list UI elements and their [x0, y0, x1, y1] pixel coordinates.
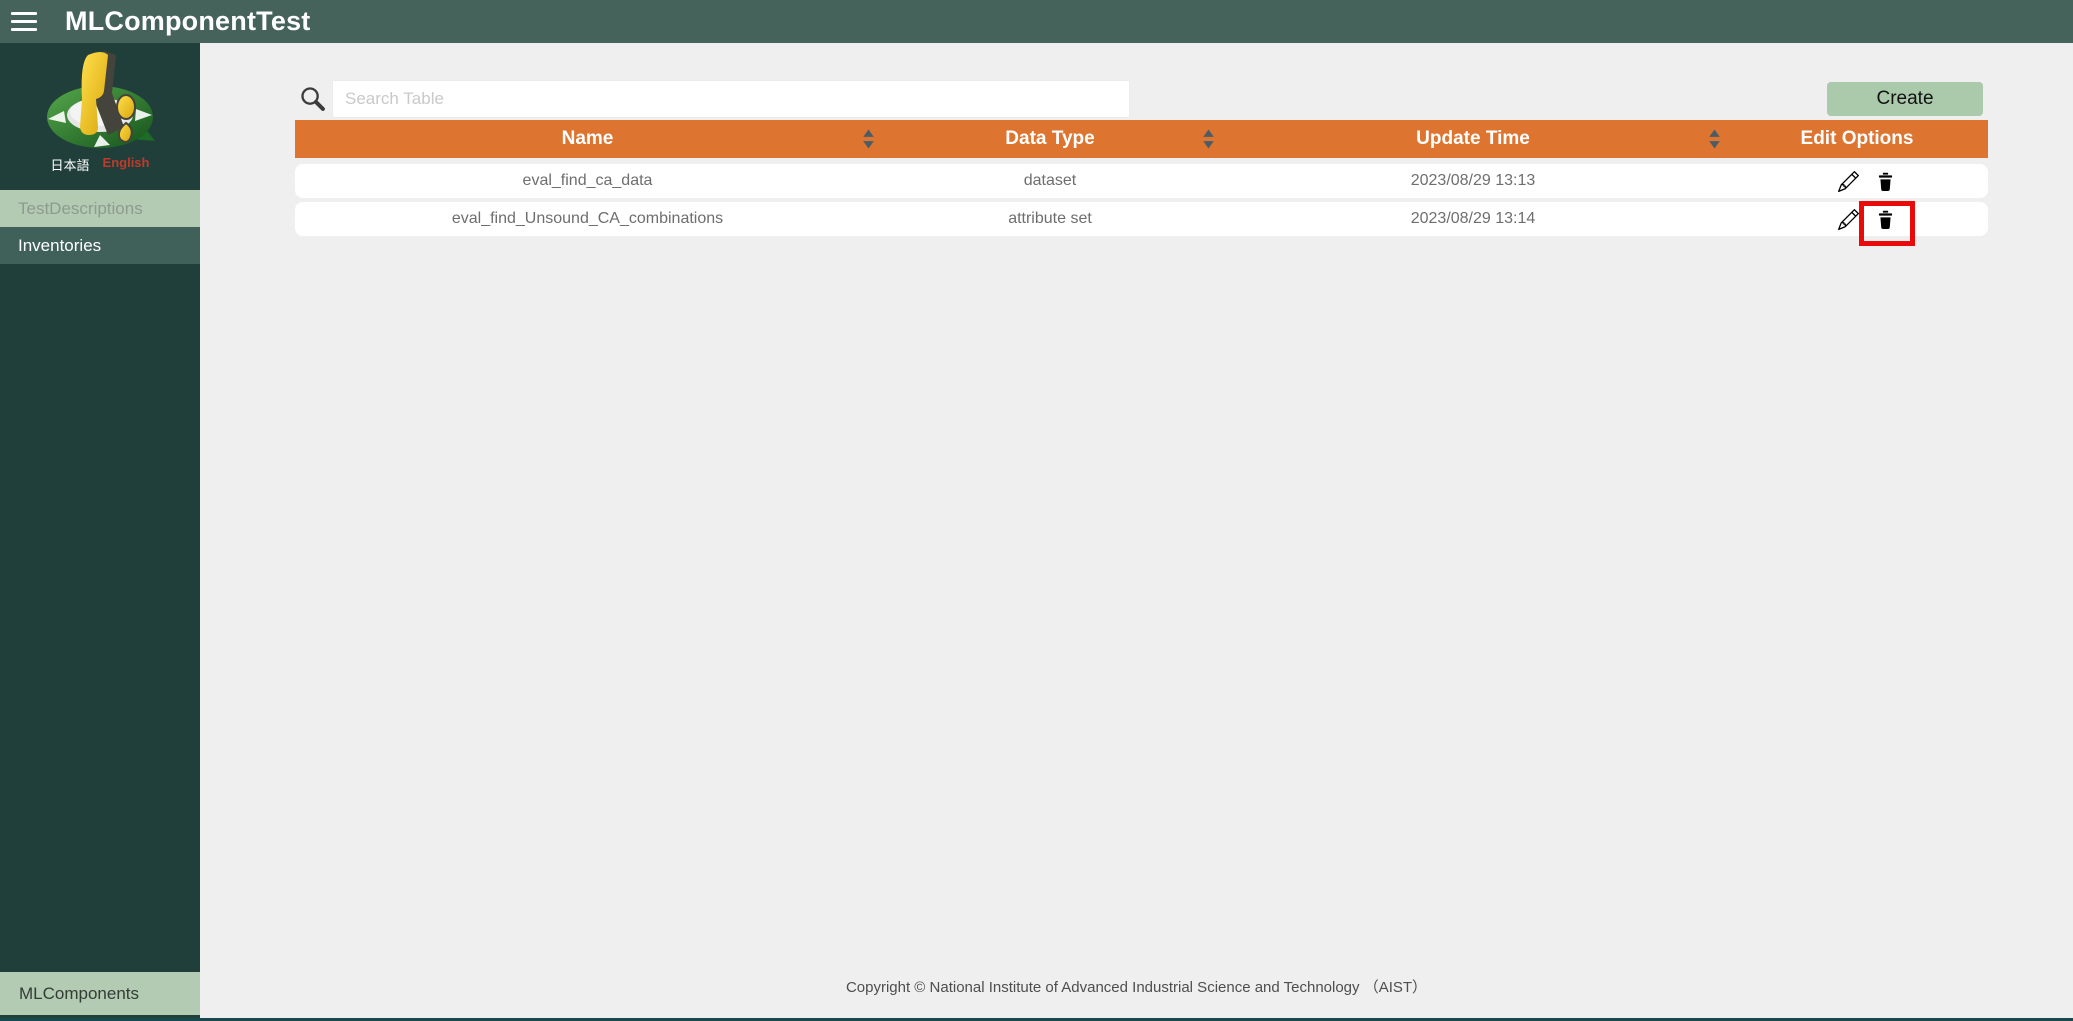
language-link-japanese[interactable]: 日本語	[51, 155, 90, 174]
column-label: Update Time	[1416, 128, 1530, 149]
table-header: Name Data Type Update Time Edit Options	[295, 120, 1988, 158]
cell-editoptions	[1726, 202, 1988, 236]
sort-icon[interactable]	[1708, 129, 1721, 149]
cell-updatetime: 2023/08/29 13:13	[1410, 172, 1536, 189]
app-window: MLComponentTest 日本語 English TestDescript…	[0, 0, 2073, 1021]
cell-name: eval_find_Unsound_CA_combinations	[451, 210, 724, 227]
footer-copyright: Copyright © National Institute of Advanc…	[845, 979, 1428, 996]
sidebar-item-mlcomponents[interactable]: MLComponents	[0, 972, 200, 1015]
column-header-updatetime[interactable]: Update Time	[1220, 120, 1726, 158]
column-header-datatype[interactable]: Data Type	[880, 120, 1220, 158]
delete-trash-icon[interactable]	[1875, 209, 1896, 230]
edit-pencil-icon[interactable]	[1838, 170, 1859, 192]
column-label: Edit Options	[1800, 128, 1914, 149]
delete-trash-icon[interactable]	[1875, 171, 1896, 192]
table-row: eval_find_Unsound_CA_combinations attrib…	[295, 202, 1988, 236]
app-title: MLComponentTest	[65, 6, 311, 36]
sort-icon[interactable]	[862, 129, 875, 149]
cell-datatype: dataset	[1023, 172, 1077, 189]
sidebar-item-inventories[interactable]: Inventories	[0, 227, 200, 264]
table-row: eval_find_ca_data dataset 2023/08/29 13:…	[295, 164, 1988, 198]
app-logo-icon	[42, 49, 158, 151]
language-switcher: 日本語 English	[0, 155, 200, 174]
hamburger-menu-icon[interactable]	[11, 12, 37, 31]
cell-updatetime: 2023/08/29 13:14	[1410, 210, 1536, 227]
search-icon[interactable]	[299, 85, 327, 113]
sidebar-item-testdescriptions[interactable]: TestDescriptions	[0, 190, 200, 227]
column-header-editoptions: Edit Options	[1726, 120, 1988, 158]
column-label: Name	[561, 128, 614, 149]
cell-name: eval_find_ca_data	[522, 172, 653, 189]
language-link-english[interactable]: English	[103, 155, 150, 174]
sidebar-menu: TestDescriptions Inventories	[0, 190, 200, 264]
edit-pencil-icon[interactable]	[1838, 208, 1859, 230]
cell-datatype: attribute set	[1008, 210, 1092, 227]
sidebar: 日本語 English TestDescriptions Inventories…	[0, 43, 200, 1018]
sort-icon[interactable]	[1202, 129, 1215, 149]
search-input[interactable]	[332, 80, 1130, 118]
create-button[interactable]: Create	[1827, 82, 1983, 116]
top-bar: MLComponentTest	[0, 0, 2073, 43]
column-label: Data Type	[1005, 128, 1095, 149]
column-header-name[interactable]: Name	[295, 120, 880, 158]
cell-editoptions	[1726, 164, 1988, 198]
